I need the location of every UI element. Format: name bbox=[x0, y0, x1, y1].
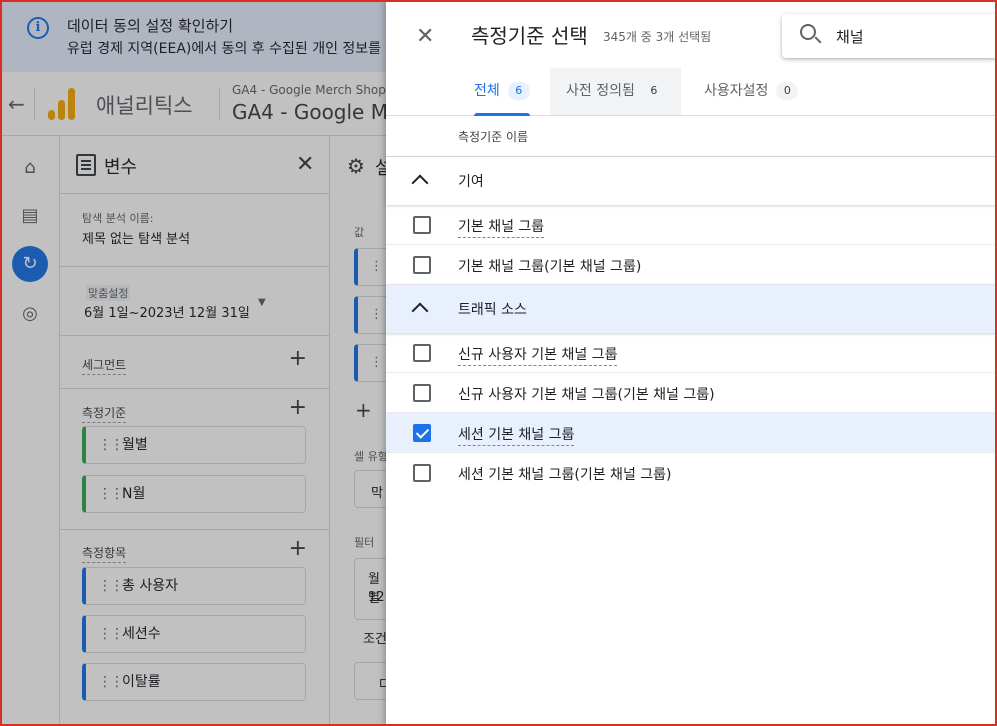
dimension-row[interactable]: 세션 기본 채널 그룹(기본 채널 그룹) bbox=[386, 453, 997, 493]
checkbox[interactable] bbox=[413, 344, 431, 362]
tab-count-badge: 6 bbox=[507, 82, 530, 100]
dimension-picker-dialog: ✕ 측정기준 선택 345개 중 3개 선택됨 전체 6 사전 정의됨 6 사용자설… bbox=[386, 0, 997, 726]
dimension-name: 세션 기본 채널 그룹 bbox=[458, 424, 575, 446]
dimension-row[interactable]: 기본 채널 그룹 bbox=[386, 205, 997, 245]
dimension-row[interactable]: 신규 사용자 기본 채널 그룹 bbox=[386, 333, 997, 373]
selected-count: 345개 중 3개 선택됨 bbox=[603, 30, 712, 44]
tab-label: 사용자설정 bbox=[704, 83, 769, 99]
dimension-row[interactable]: 기본 채널 그룹(기본 채널 그룹) bbox=[386, 245, 997, 285]
tab-count-badge: 6 bbox=[642, 82, 665, 100]
dimension-name: 기본 채널 그룹(기본 채널 그룹) bbox=[458, 259, 642, 275]
tab-predefined[interactable]: 사전 정의됨 6 bbox=[550, 68, 681, 115]
dimension-name: 신규 사용자 기본 채널 그룹 bbox=[458, 344, 618, 366]
group-name: 트래픽 소스 bbox=[458, 302, 527, 318]
checkbox[interactable] bbox=[413, 464, 431, 482]
dimension-name: 신규 사용자 기본 채널 그룹(기본 채널 그룹) bbox=[458, 387, 715, 403]
column-header: 측정기준 이름 bbox=[458, 130, 529, 144]
dimension-row[interactable]: 신규 사용자 기본 채널 그룹(기본 채널 그룹) bbox=[386, 373, 997, 413]
group-header-traffic-source[interactable]: 트래픽 소스 bbox=[386, 285, 997, 333]
tab-label: 전체 bbox=[474, 83, 500, 99]
tab-all[interactable]: 전체 6 bbox=[474, 68, 530, 116]
checkbox[interactable] bbox=[413, 216, 431, 234]
search-input[interactable] bbox=[836, 24, 986, 48]
dimension-name: 세션 기본 채널 그룹(기본 채널 그룹) bbox=[458, 467, 672, 483]
tab-custom[interactable]: 사용자설정 0 bbox=[704, 68, 799, 115]
search-box[interactable] bbox=[782, 14, 997, 58]
checkbox[interactable] bbox=[413, 256, 431, 274]
dimension-row-selected[interactable]: 세션 기본 채널 그룹 bbox=[386, 413, 997, 453]
close-icon[interactable]: ✕ bbox=[416, 24, 434, 49]
tab-label: 사전 정의됨 bbox=[566, 83, 635, 99]
group-name: 기여 bbox=[458, 174, 484, 190]
tab-bar: 전체 6 사전 정의됨 6 사용자설정 0 bbox=[386, 68, 997, 116]
tab-count-badge: 0 bbox=[776, 82, 799, 100]
dialog-title: 측정기준 선택 bbox=[471, 24, 588, 48]
dimension-name: 기본 채널 그룹 bbox=[458, 216, 545, 238]
modal-scrim[interactable] bbox=[0, 0, 386, 726]
checkbox[interactable] bbox=[413, 384, 431, 402]
checkbox-checked[interactable] bbox=[413, 424, 431, 442]
search-icon bbox=[800, 24, 816, 40]
chevron-up-icon[interactable] bbox=[411, 302, 429, 320]
chevron-up-icon[interactable] bbox=[411, 174, 429, 192]
group-header-attribution[interactable]: 기여 bbox=[386, 157, 997, 205]
